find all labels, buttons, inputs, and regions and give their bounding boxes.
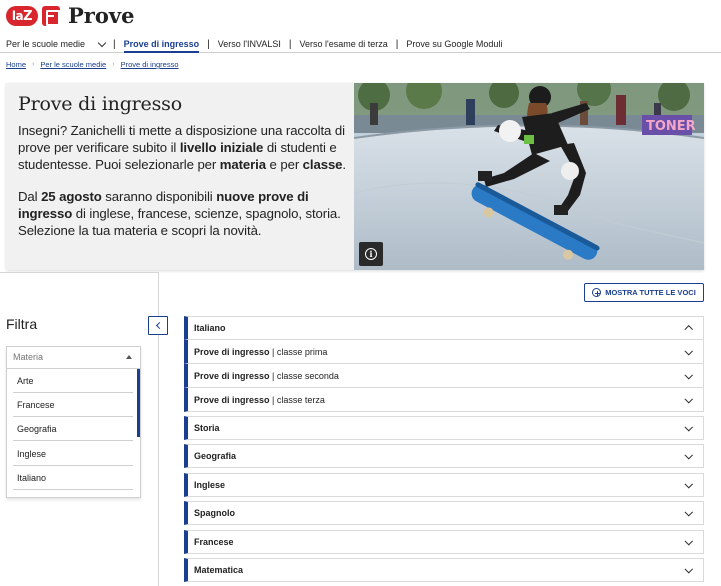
accordion-spagnolo[interactable]: Spagnolo	[184, 501, 704, 525]
chevron-up-icon	[684, 325, 693, 334]
filter-title: Filtra	[6, 316, 38, 332]
item-title: Prove di ingresso	[194, 370, 270, 381]
show-all-button[interactable]: MOSTRA TUTTE LE VOCI	[584, 283, 704, 302]
chevron-left-icon	[155, 321, 163, 330]
hero-image-skateboarder: TONER	[354, 83, 704, 270]
chevron-down-icon	[684, 537, 693, 545]
item-title: Prove di ingresso	[194, 346, 270, 357]
select-placeholder: Materia	[13, 352, 44, 362]
accordion-matematica[interactable]: Matematica	[184, 558, 704, 582]
item-subtitle: classe terza	[276, 394, 325, 405]
hero-intro-paragraph: Insegni? Zanichelli ti mette a disposizi…	[18, 123, 346, 172]
accordion-item-classe-terza[interactable]: Prove di ingresso | classe terza	[184, 388, 704, 412]
chevron-down-icon	[684, 346, 693, 355]
accordion-item-classe-seconda[interactable]: Prove di ingresso | classe seconda	[184, 364, 704, 388]
select-scrollbar[interactable]	[137, 369, 140, 437]
sidebar-top-divider	[0, 272, 159, 273]
select-option-italiano[interactable]: Italiano	[13, 466, 133, 490]
page-title: Prove di ingresso	[18, 93, 182, 115]
materia-select-header[interactable]: Materia	[7, 347, 140, 369]
hero-banner: Prove di ingresso Insegni? Zanichelli ti…	[6, 83, 704, 270]
select-option-inglese[interactable]: Inglese	[13, 442, 133, 466]
accordion-title: Geografia	[194, 451, 237, 461]
info-icon: i	[365, 248, 377, 260]
select-option-arte[interactable]: Arte	[13, 369, 133, 393]
chevron-down-icon	[684, 394, 693, 403]
chevron-down-icon	[684, 508, 693, 516]
chevron-down-icon	[684, 423, 693, 431]
nav-item-google-moduli[interactable]: Prove su Google Moduli	[398, 36, 510, 52]
nav-item-invalsi[interactable]: Verso l'INVALSI	[210, 36, 289, 52]
item-subtitle: classe prima	[276, 346, 328, 357]
plus-circle-icon	[592, 288, 602, 297]
accordion-title: Italiano	[194, 323, 226, 333]
prove-book-icon	[42, 6, 60, 26]
breadcrumb: Home › Per le scuole medie › Prove di in…	[6, 60, 179, 69]
nav-item-prove-ingresso[interactable]: Prove di ingresso	[116, 36, 208, 53]
accordion-title: Francese	[194, 537, 234, 547]
breadcrumb-scuole-medie[interactable]: Per le scuole medie	[40, 60, 106, 69]
nav-item-label: Per le scuole medie	[6, 39, 86, 49]
chevron-down-icon	[684, 451, 693, 459]
site-title: Prove	[68, 3, 135, 28]
breadcrumb-chevron-icon: ›	[112, 61, 115, 68]
chevron-down-icon	[684, 565, 693, 573]
top-navigation: Per le scuole medie | Prove di ingresso …	[0, 36, 721, 53]
collapse-filter-button[interactable]	[148, 316, 168, 335]
accordion-geografia[interactable]: Geografia	[184, 444, 704, 468]
accordion-item-classe-prima[interactable]: Prove di ingresso | classe prima	[184, 340, 704, 364]
item-separator: |	[269, 370, 277, 381]
accordion-storia[interactable]: Storia	[184, 416, 704, 440]
zanichelli-logo-badge: la Z	[6, 6, 38, 26]
accordion-title: Inglese	[194, 480, 226, 490]
item-title: Prove di ingresso	[194, 394, 270, 405]
accordion-francese[interactable]: Francese	[184, 530, 704, 554]
accordion-inglese[interactable]: Inglese	[184, 473, 704, 497]
site-logo[interactable]: la Z Prove	[6, 3, 135, 28]
accordion-italiano[interactable]: Italiano	[184, 316, 704, 340]
chevron-down-icon	[684, 480, 693, 488]
nav-item-esame-terza[interactable]: Verso l'esame di terza	[292, 36, 396, 52]
nav-item-scuole-medie[interactable]: Per le scuole medie	[0, 36, 113, 52]
select-option-geografia[interactable]: Geografia	[13, 417, 133, 441]
select-option-francese[interactable]: Francese	[13, 393, 133, 417]
item-separator: |	[269, 394, 277, 405]
breadcrumb-chevron-icon: ›	[32, 61, 35, 68]
breadcrumb-home[interactable]: Home	[6, 60, 26, 69]
show-all-label: MOSTRA TUTTE LE VOCI	[605, 288, 696, 297]
accordion-title: Spagnolo	[194, 508, 235, 518]
caret-up-icon	[126, 355, 132, 359]
item-subtitle: classe seconda	[276, 370, 339, 381]
hero-news-paragraph: Dal 25 agosto saranno disponibili nuove …	[18, 189, 341, 238]
materia-select[interactable]: Materia Arte Francese Geografia Inglese …	[6, 346, 141, 498]
chevron-down-icon	[97, 38, 107, 47]
breadcrumb-prove-ingresso[interactable]: Prove di ingresso	[121, 60, 179, 69]
chevron-down-icon	[684, 370, 693, 379]
toner-sign-text: TONER	[646, 119, 696, 134]
hero-text: Prove di ingresso Insegni? Zanichelli ti…	[18, 93, 348, 254]
image-info-button[interactable]: i	[359, 242, 383, 266]
accordion-title: Storia	[194, 423, 220, 433]
accordion-title: Matematica	[194, 565, 244, 575]
item-separator: |	[269, 346, 277, 357]
